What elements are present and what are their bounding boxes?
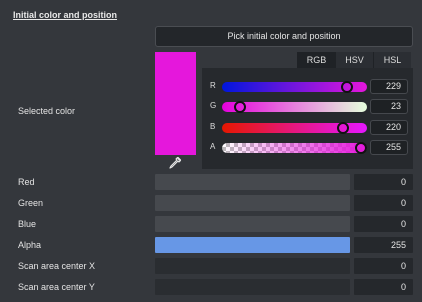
selected-color-swatch[interactable]	[155, 52, 196, 155]
tab-hsl[interactable]: HSL	[373, 52, 411, 68]
channel-label-b: B	[210, 122, 216, 131]
row-label-scan-x: Scan area center X	[18, 261, 96, 271]
slider-b[interactable]	[222, 122, 367, 134]
selected-color-label: Selected color	[18, 106, 76, 116]
slider-knob-g[interactable]	[233, 101, 246, 113]
channel-value-g[interactable]: 23	[370, 99, 408, 114]
row-bar-alpha[interactable]	[155, 237, 350, 253]
channel-value-r[interactable]: 229	[370, 79, 408, 94]
row-label-alpha: Alpha	[18, 240, 42, 250]
slider-knob-a[interactable]	[355, 142, 367, 154]
slider-a[interactable]	[222, 142, 367, 154]
row-label-blue: Blue	[18, 219, 37, 229]
row-value-scan-x[interactable]: 0	[354, 258, 413, 274]
row-label-green: Green	[18, 198, 44, 208]
row-value-green[interactable]: 0	[354, 195, 413, 211]
row-label-red: Red	[18, 177, 35, 187]
tab-rgb[interactable]: RGB	[297, 52, 335, 68]
channel-label-a: A	[210, 142, 216, 151]
pick-color-button[interactable]: Pick initial color and position	[155, 26, 413, 47]
channel-value-b[interactable]: 220	[370, 120, 408, 135]
section-title: Initial color and position	[13, 10, 118, 20]
slider-g[interactable]	[222, 101, 367, 113]
row-bar-scan-x[interactable]	[155, 258, 350, 274]
tab-hsv[interactable]: HSV	[335, 52, 373, 68]
eyedropper-icon[interactable]	[168, 156, 182, 170]
channel-label-g: G	[210, 101, 217, 110]
row-value-scan-y[interactable]: 0	[354, 279, 413, 295]
row-bar-blue[interactable]	[155, 216, 350, 232]
row-bar-green[interactable]	[155, 195, 350, 211]
row-value-alpha[interactable]: 255	[354, 237, 413, 253]
color-mode-tabs: RGB HSV HSL	[297, 52, 411, 68]
row-value-blue[interactable]: 0	[354, 216, 413, 232]
slider-knob-b[interactable]	[336, 122, 349, 134]
row-label-scan-y: Scan area center Y	[18, 282, 95, 292]
slider-r[interactable]	[222, 81, 367, 93]
channel-label-r: R	[210, 81, 216, 90]
slider-knob-r[interactable]	[341, 81, 354, 93]
row-value-red[interactable]: 0	[354, 174, 413, 190]
rgb-picker-panel: R 229 G 23 B 220 A 255	[202, 68, 413, 169]
row-bar-scan-y[interactable]	[155, 279, 350, 295]
row-bar-red[interactable]	[155, 174, 350, 190]
channel-value-a[interactable]: 255	[370, 140, 408, 155]
